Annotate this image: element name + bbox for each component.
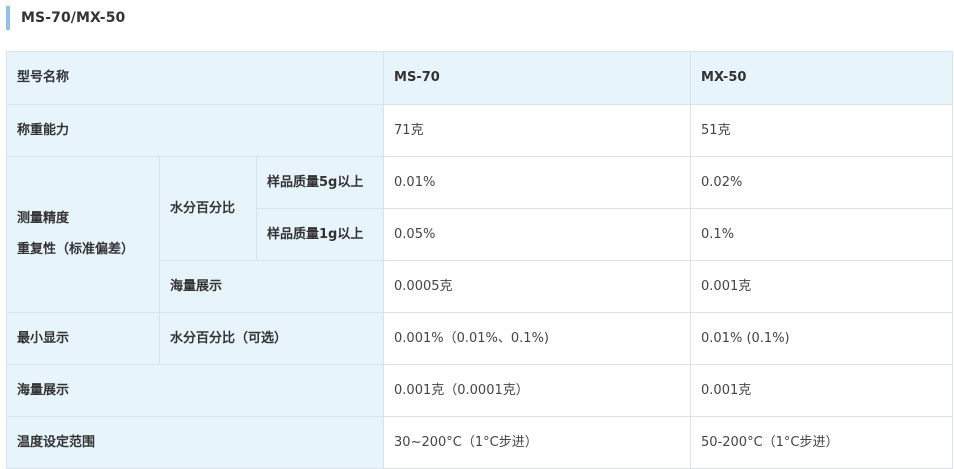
capacity-label: 称重能力 — [5, 104, 385, 157]
sample-1g-ms70-value: 0.05% — [383, 208, 692, 261]
sample-5g-ms70-value: 0.01% — [383, 156, 692, 209]
min-display-label: 最小显示 — [6, 312, 160, 365]
section-header: MS-70/MX-50 — [6, 6, 125, 30]
temperature-label: 温度设定范围 — [5, 416, 385, 469]
precision-label: 测量精度 重复性（标准偏差） — [6, 156, 160, 313]
precision-mass-display-ms70-value: 0.0005克 — [383, 260, 692, 313]
table-row-model: 型号名称 MS-70 MX-50 — [5, 51, 954, 105]
section-accent-bar — [6, 6, 10, 30]
mass-display-ms70-value: 0.001克（0.0001克） — [383, 364, 692, 417]
model-mx50-header: MX-50 — [690, 51, 954, 105]
sample-1g-mx50-value: 0.1% — [690, 208, 954, 261]
min-display-ms70-value: 0.001%（0.01%、0.1%) — [383, 312, 692, 365]
precision-mass-display-mx50-value: 0.001克 — [690, 260, 954, 313]
temperature-ms70-value: 30~200°C（1°C步进） — [383, 416, 692, 469]
sample-5g-label: 样品质量5g以上 — [255, 156, 385, 209]
sample-1g-label: 样品质量1g以上 — [255, 208, 385, 261]
precision-mass-display-label: 海量展示 — [158, 260, 385, 313]
table-row-capacity: 称重能力 71克 51克 — [5, 104, 954, 157]
mass-display-label: 海量展示 — [5, 364, 385, 417]
sample-5g-mx50-value: 0.02% — [690, 156, 954, 209]
precision-label-line2: 重复性（标准偏差） — [17, 242, 135, 257]
mass-display-mx50-value: 0.001克 — [690, 364, 954, 417]
min-display-mx50-value: 0.01% (0.1%) — [690, 312, 954, 365]
table-row-sample-5g: 测量精度 重复性（标准偏差） 水分百分比 样品质量5g以上 0.01% 0.02… — [6, 156, 954, 313]
table-row-min-display: 最小显示 水分百分比（可选） 0.001%（0.01%、0.1%) 0.01% … — [6, 312, 954, 365]
min-display-sub-label: 水分百分比（可选） — [158, 312, 385, 365]
model-name-label: 型号名称 — [5, 51, 385, 105]
table-row-mass-display: 海量展示 0.001克（0.0001克） 0.001克 — [5, 364, 954, 417]
table-row-temperature: 温度设定范围 30~200°C（1°C步进） 50-200°C（1°C步进） — [5, 416, 954, 469]
temperature-mx50-value: 50-200°C（1°C步进） — [690, 416, 954, 469]
spec-table: 型号名称 MS-70 MX-50 称重能力 71克 51克 测量精度 重复性（标… — [5, 51, 954, 469]
capacity-mx50-value: 51克 — [690, 104, 954, 157]
moisture-percent-label: 水分百分比 — [159, 156, 257, 261]
section-title: MS-70/MX-50 — [21, 10, 126, 26]
capacity-ms70-value: 71克 — [383, 104, 692, 157]
model-ms70-header: MS-70 — [383, 51, 692, 105]
precision-label-line1: 测量精度 — [17, 211, 70, 226]
